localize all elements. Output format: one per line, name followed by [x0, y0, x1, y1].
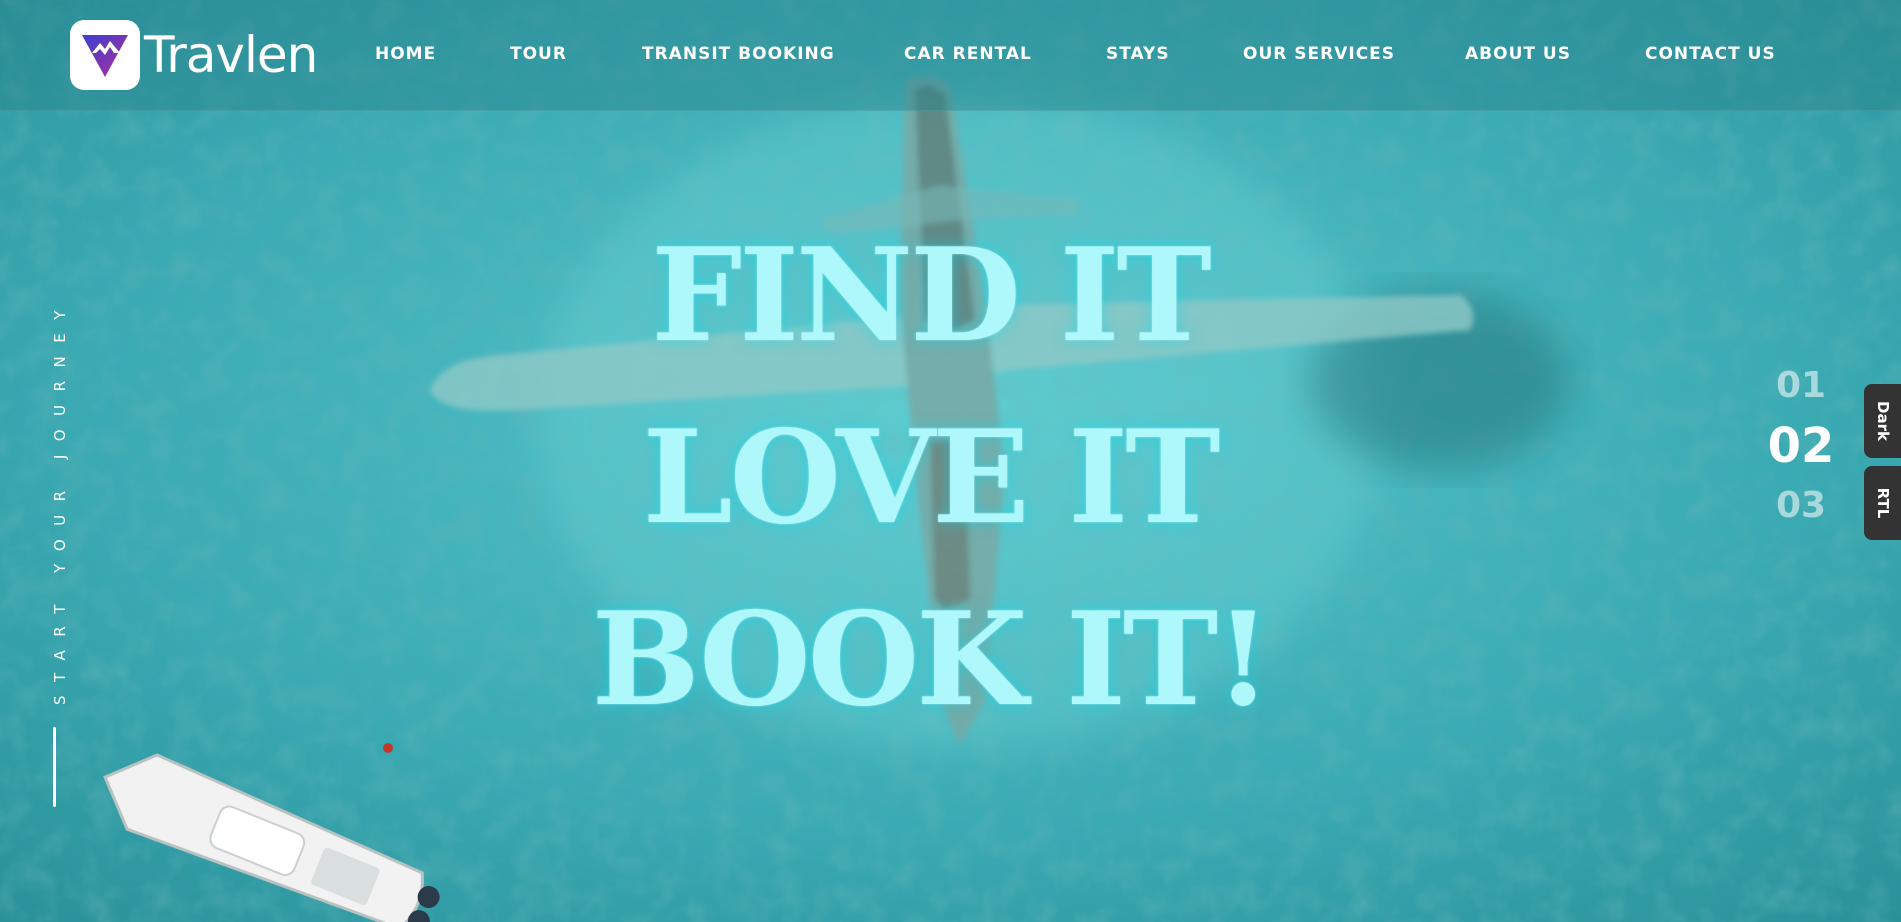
- nav-stays[interactable]: STAYS: [1106, 44, 1170, 64]
- hero-headline: FIND IT LOVE IT BOOK IT!: [560, 205, 1300, 751]
- headline-line-1: FIND IT: [651, 221, 1211, 371]
- dark-mode-toggle-label: Dark: [1873, 401, 1892, 441]
- slide-number-01[interactable]: 01: [1760, 368, 1842, 404]
- rtl-toggle-label: RTL: [1873, 487, 1892, 519]
- side-tagline: START YOUR JOURNEY: [48, 215, 72, 705]
- side-tagline-text: START YOUR JOURNEY: [51, 297, 69, 705]
- dark-mode-toggle[interactable]: Dark: [1864, 384, 1901, 458]
- side-tagline-divider: [53, 727, 56, 807]
- hero-section: Travlen HOME TOUR TRANSIT BOOKING CAR RE…: [0, 0, 1901, 922]
- slide-pagination: 01 02 03: [1760, 368, 1842, 524]
- nav-car-rental[interactable]: CAR RENTAL: [904, 44, 1032, 64]
- top-navbar: Travlen HOME TOUR TRANSIT BOOKING CAR RE…: [0, 0, 1901, 111]
- headline-line-3: BOOK IT!: [591, 585, 1272, 735]
- rtl-toggle[interactable]: RTL: [1864, 466, 1901, 540]
- nav-transit-booking[interactable]: TRANSIT BOOKING: [642, 44, 835, 64]
- nav-contact-us[interactable]: CONTACT US: [1645, 44, 1776, 64]
- main-nav: HOME TOUR TRANSIT BOOKING CAR RENTAL STA…: [0, 44, 1901, 68]
- headline-line-2: LOVE IT: [642, 403, 1221, 553]
- nav-about-us[interactable]: ABOUT US: [1465, 44, 1571, 64]
- nav-home[interactable]: HOME: [375, 44, 436, 64]
- slide-number-02-active[interactable]: 02: [1760, 422, 1842, 470]
- nav-our-services[interactable]: OUR SERVICES: [1243, 44, 1395, 64]
- slide-number-03[interactable]: 03: [1760, 488, 1842, 524]
- nav-tour[interactable]: TOUR: [510, 44, 567, 64]
